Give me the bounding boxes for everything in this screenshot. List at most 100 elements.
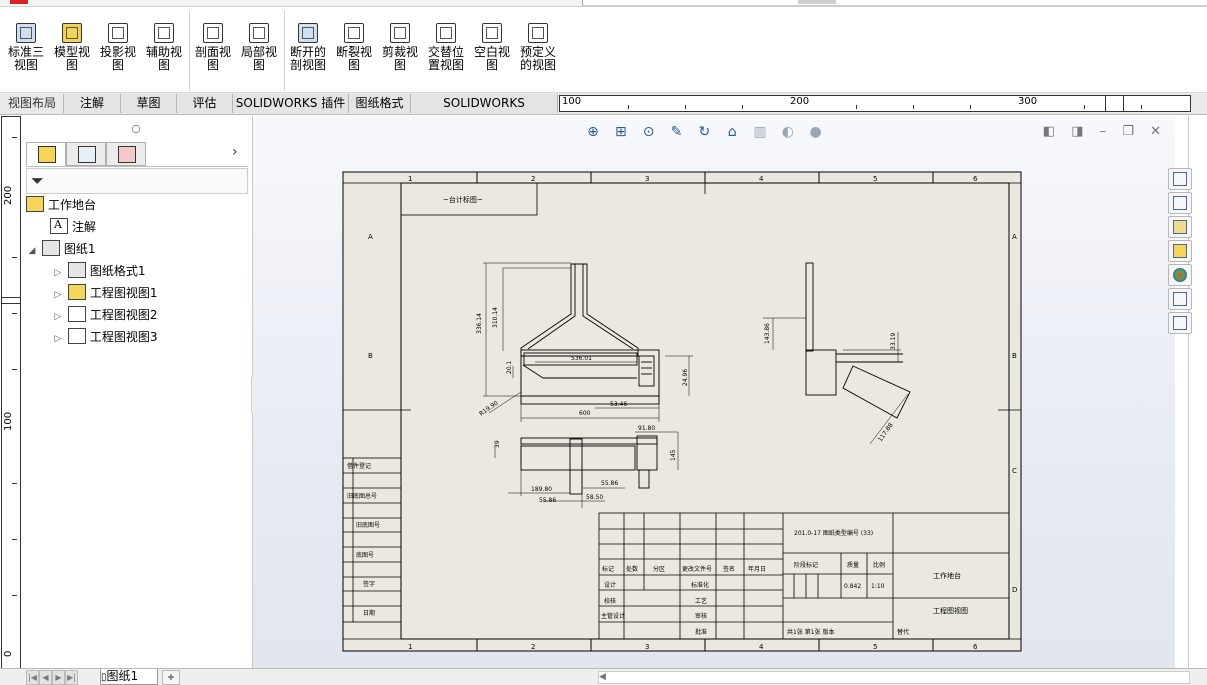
dimension-label: 20.1 — [506, 360, 513, 374]
view-palette-icon — [1173, 244, 1187, 258]
expand-right-icon[interactable]: ▷ — [52, 285, 64, 305]
title-row-label: 标记 — [602, 565, 614, 573]
tree-root[interactable]: 工作地台 — [26, 195, 96, 215]
zone-label: 5 — [873, 175, 877, 183]
stage-header: 阶段标记 — [794, 561, 818, 569]
standard-three-view-button[interactable]: 标准三 视图 — [3, 21, 49, 72]
tab-evaluate[interactable]: 评估 — [176, 94, 233, 113]
vertical-ruler: 200 100 0 — [1, 116, 21, 670]
zone-label: 4 — [759, 643, 764, 651]
feature-manager-panel: › ⏷ 工作地台 注解 ◢ 图纸1 ▷ 图纸格式1 ▷ 工程图视图1 ▷ 工程图… — [22, 116, 259, 668]
side-table-label: 借件登记 — [347, 462, 371, 470]
title-row-label: 分区 — [653, 565, 665, 573]
panel-tabs — [26, 140, 248, 167]
ruler-label: 100 — [3, 411, 14, 431]
section-view-icon — [203, 23, 223, 43]
empty-view-icon — [482, 23, 502, 43]
tab-property-manager[interactable] — [66, 142, 106, 166]
tab-solidworks-addins[interactable]: SOLIDWORKS 插件 — [232, 94, 349, 113]
tree-item-drawing-view3[interactable]: ▷ 工程图视图3 — [52, 327, 157, 347]
sheet-tab[interactable]: ▯图纸1 — [100, 669, 158, 685]
panel-grip-icon[interactable] — [132, 125, 140, 133]
tree-filter[interactable]: ⏷ — [26, 168, 248, 194]
ruler-marker — [1123, 96, 1124, 111]
tree-item-annotations[interactable]: 注解 — [38, 215, 96, 237]
crop-view-button[interactable]: 剪裁视 图 — [377, 21, 423, 72]
forum-tab[interactable] — [1168, 312, 1192, 334]
appearances-tab[interactable] — [1168, 264, 1192, 286]
tab-dimxpert[interactable] — [106, 142, 146, 166]
auxiliary-view-button[interactable]: 辅助视 图 — [141, 21, 187, 72]
projected-view-button[interactable]: 投影视 图 — [95, 21, 141, 72]
solidworks-resources-tab[interactable] — [1168, 168, 1192, 190]
tree-item-drawing-view2[interactable]: ▷ 工程图视图2 — [52, 305, 157, 325]
detail-view-button[interactable]: 局部视 图 — [236, 21, 282, 72]
tree-item-sheet-format1[interactable]: ▷ 图纸格式1 — [52, 261, 145, 281]
title-scale: 1:10 — [871, 583, 885, 590]
dimension-label: 58.50 — [586, 494, 603, 501]
expand-down-icon[interactable]: ◢ — [26, 241, 38, 261]
feature-tree-icon — [38, 146, 56, 163]
zone-label: 6 — [973, 175, 978, 183]
first-sheet-icon[interactable]: |◀ — [26, 670, 39, 685]
predefined-view-button[interactable]: 预定义 的视图 — [515, 21, 561, 72]
chevron-right-icon[interactable]: › — [232, 144, 238, 160]
app-logo-icon — [10, 0, 28, 4]
horizontal-ruler: 100 200 300 — [559, 95, 1191, 112]
file-explorer-tab[interactable] — [1168, 216, 1192, 238]
zone-label: D — [1012, 586, 1017, 594]
tree-item-sheet1[interactable]: ◢ 图纸1 — [26, 239, 95, 259]
custom-properties-tab[interactable] — [1168, 288, 1192, 310]
expand-right-icon[interactable]: ▷ — [52, 329, 64, 349]
tab-sketch[interactable]: 草图 — [120, 94, 177, 113]
section-view-button[interactable]: 剖面视 图 — [190, 21, 236, 72]
empty-view-button[interactable]: 空白视 图 — [469, 21, 515, 72]
break-view-button[interactable]: 断裂视 图 — [331, 21, 377, 72]
tree-item-drawing-view1[interactable]: ▷ 工程图视图1 — [52, 283, 157, 303]
projected-view-icon — [67, 328, 86, 344]
model-view-icon — [62, 23, 82, 43]
prev-sheet-icon[interactable]: ◀ — [39, 670, 52, 685]
next-sheet-icon[interactable]: ▶ — [52, 670, 65, 685]
graphics-area[interactable]: ⊕ ⊞ ⊙ ✎ ↻ ⌂ ▥ ◐ ● ◧ ◨ – ❐ ✕ 1 2 3 4 5 6 … — [253, 116, 1175, 668]
ruler-tick — [970, 105, 971, 109]
tab-sheet-format[interactable]: 图纸格式 — [348, 94, 411, 113]
library-icon — [1173, 196, 1187, 210]
tab-feature-manager[interactable] — [26, 142, 66, 166]
title-role-label: 设计 — [604, 581, 616, 589]
dimension-label: 536.01 — [571, 355, 592, 362]
zone-label: 4 — [759, 175, 764, 183]
side-table-label: 签字 — [363, 580, 375, 588]
zone-label: 1 — [408, 643, 412, 651]
tab-solidworks-inspection[interactable]: SOLIDWORKS Inspection — [410, 94, 558, 129]
side-table-label: 旧底图总号 — [347, 492, 377, 500]
search-box[interactable] — [582, 0, 1207, 6]
title-doc-no: 201.0-17 图纸类型编号 (33) — [794, 529, 873, 537]
horizontal-scrollbar[interactable]: ◀ — [598, 671, 1190, 684]
design-library-tab[interactable] — [1168, 192, 1192, 214]
alternate-position-view-button[interactable]: 交替位 置视图 — [423, 21, 469, 72]
tab-annotation[interactable]: 注解 — [63, 94, 121, 113]
task-pane — [1168, 168, 1194, 340]
dimension-label: 600 — [579, 410, 591, 417]
title-part-name: 工作地台 — [933, 571, 961, 580]
projected-view-icon — [67, 306, 86, 322]
view-palette-tab[interactable] — [1168, 240, 1192, 262]
last-sheet-icon[interactable]: ▶| — [65, 670, 78, 685]
model-view-button[interactable]: 模型视 图 — [49, 21, 95, 72]
command-tabs: 视图布局 注解 草图 评估 SOLIDWORKS 插件 图纸格式 SOLIDWO… — [0, 93, 1207, 129]
tab-view-layout[interactable]: 视图布局 — [2, 94, 62, 113]
dimension-label: 24.96 — [682, 369, 689, 386]
folder-icon — [1173, 220, 1187, 234]
ruler-tick — [12, 369, 17, 370]
ruler-tick — [12, 257, 17, 258]
home-icon — [1173, 172, 1187, 186]
window-button[interactable] — [798, 0, 836, 4]
expand-right-icon[interactable]: ▷ — [52, 263, 64, 283]
broken-out-section-button[interactable]: 断开的 剖视图 — [285, 21, 331, 72]
title-row-label: 处数 — [626, 565, 638, 573]
bottom-bar: |◀ ◀ ▶ ▶| ▯图纸1 ✚ ◀ — [0, 668, 1207, 685]
expand-right-icon[interactable]: ▷ — [52, 307, 64, 327]
zone-label: 6 — [973, 643, 978, 651]
add-sheet-icon[interactable]: ✚ — [162, 670, 180, 685]
